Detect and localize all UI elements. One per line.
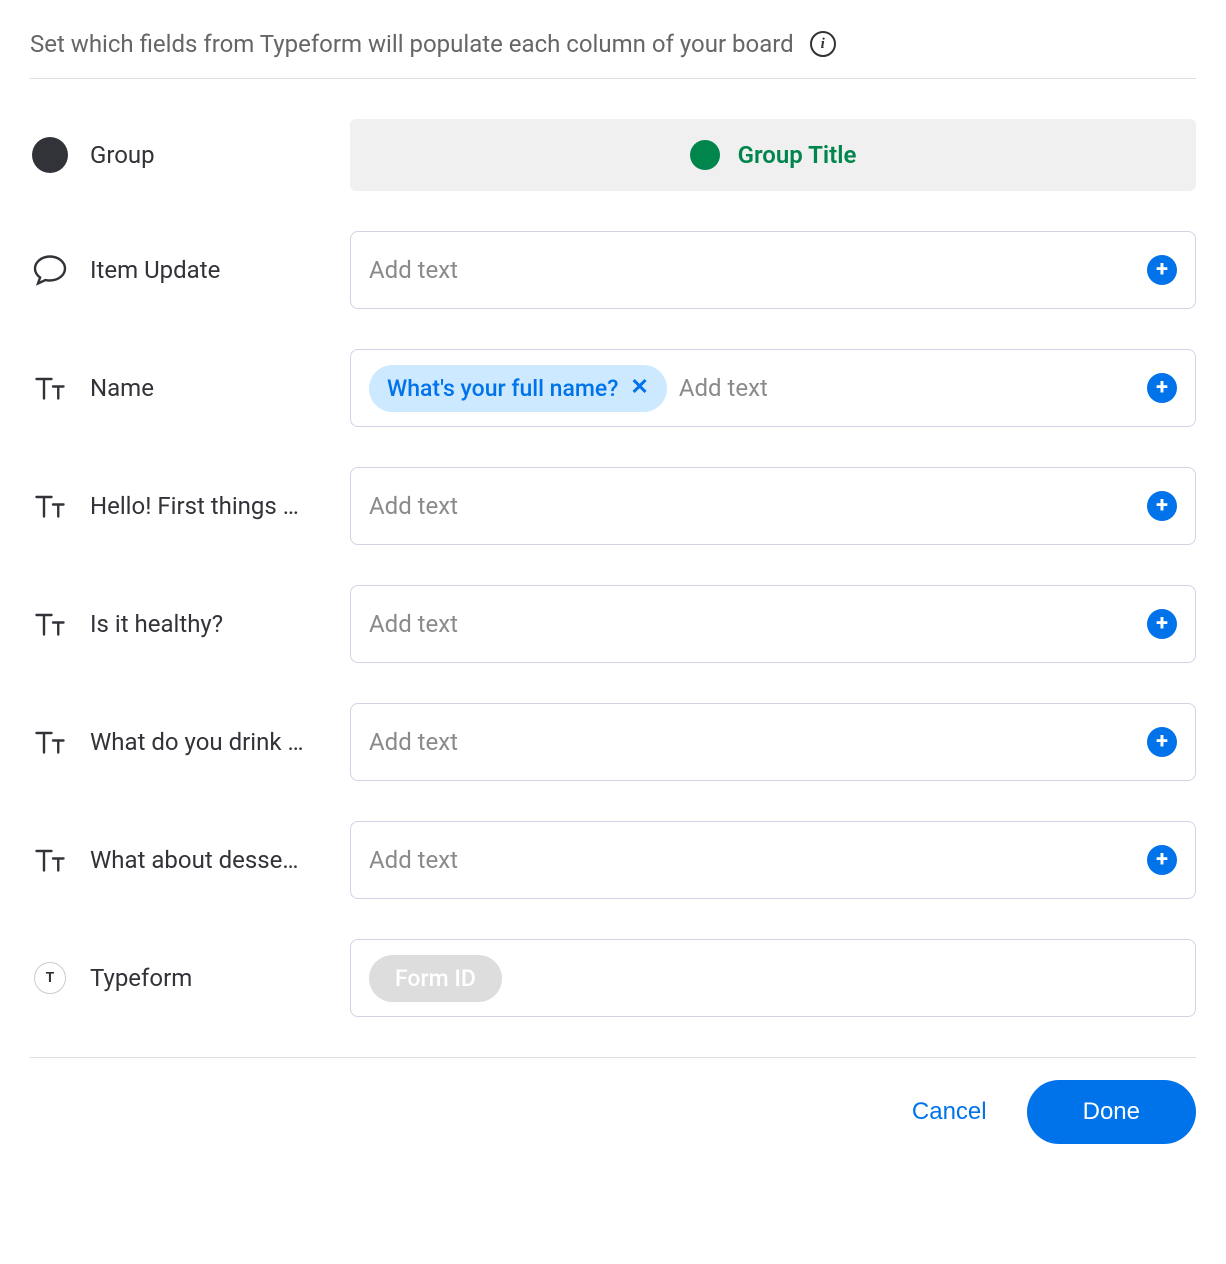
- speech-bubble-icon: [30, 250, 70, 290]
- row-label: Is it healthy?: [90, 610, 223, 638]
- row-label: Group: [90, 141, 155, 169]
- mapping-row: T Typeform Form ID: [30, 939, 1196, 1017]
- cancel-button[interactable]: Cancel: [912, 1098, 987, 1126]
- mapping-input[interactable]: Add text +: [350, 231, 1196, 309]
- typeform-icon: T: [34, 962, 66, 994]
- mapping-row: Name What's your full name? ✕ Add text +: [30, 349, 1196, 427]
- mapping-input[interactable]: Add text +: [350, 467, 1196, 545]
- text-column-icon: [32, 370, 68, 406]
- text-column-icon: [32, 606, 68, 642]
- text-column-icon: [32, 842, 68, 878]
- mapping-input[interactable]: Add text +: [350, 703, 1196, 781]
- mapping-row: What do you drink … Add text +: [30, 703, 1196, 781]
- row-label-wrap: T Typeform: [30, 958, 330, 998]
- group-title-label: Group Title: [738, 141, 857, 169]
- row-label: Item Update: [90, 256, 220, 284]
- group-title-locked-field: Group Title: [350, 119, 1196, 191]
- text-column-icon: [30, 368, 70, 408]
- placeholder-text: Add text: [369, 610, 1135, 638]
- row-label: Hello! First things …: [90, 492, 299, 520]
- text-column-icon: [30, 840, 70, 880]
- row-label-wrap: Group: [30, 135, 330, 175]
- text-column-icon: [30, 486, 70, 526]
- mapping-row: Is it healthy? Add text +: [30, 585, 1196, 663]
- text-column-icon: [32, 724, 68, 760]
- rows-container: GroupGroup TitleItem UpdateAdd text+Name…: [30, 119, 1196, 1017]
- footer: Cancel Done: [30, 1057, 1196, 1144]
- placeholder-text: Add text: [679, 374, 1135, 402]
- add-mapping-button[interactable]: +: [1147, 491, 1177, 521]
- placeholder-text: Add text: [369, 492, 1135, 520]
- placeholder-text: Add text: [369, 728, 1135, 756]
- mapping-row: Group Group Title: [30, 119, 1196, 191]
- mapping-input[interactable]: Add text +: [350, 585, 1196, 663]
- group-color-dot-icon: [690, 140, 720, 170]
- formid-chip: Form ID: [369, 955, 502, 1002]
- mapping-row: Hello! First things … Add text +: [30, 467, 1196, 545]
- header: Set which fields from Typeform will popu…: [30, 30, 1196, 79]
- row-label-wrap: What do you drink …: [30, 722, 330, 762]
- text-column-icon: [32, 488, 68, 524]
- mapping-row: What about desse… Add text +: [30, 821, 1196, 899]
- chip-text: What's your full name?: [387, 375, 618, 402]
- group-circle-icon: [32, 137, 68, 173]
- mapping-input[interactable]: What's your full name? ✕ Add text +: [350, 349, 1196, 427]
- row-label-wrap: Hello! First things …: [30, 486, 330, 526]
- speech-bubble-icon: [32, 252, 68, 288]
- row-label: Typeform: [90, 964, 192, 992]
- mapping-row: Item Update Add text +: [30, 231, 1196, 309]
- add-mapping-button[interactable]: +: [1147, 255, 1177, 285]
- row-label-wrap: Name: [30, 368, 330, 408]
- row-label: What about desse…: [90, 846, 298, 874]
- row-label-wrap: Item Update: [30, 250, 330, 290]
- add-mapping-button[interactable]: +: [1147, 373, 1177, 403]
- mapping-input[interactable]: Add text +: [350, 821, 1196, 899]
- placeholder-text: Add text: [369, 846, 1135, 874]
- done-button[interactable]: Done: [1027, 1080, 1196, 1144]
- remove-chip-button[interactable]: ✕: [630, 377, 648, 399]
- add-mapping-button[interactable]: +: [1147, 609, 1177, 639]
- row-label-wrap: What about desse…: [30, 840, 330, 880]
- info-icon[interactable]: i: [810, 31, 836, 57]
- text-column-icon: [30, 722, 70, 762]
- row-label: Name: [90, 374, 154, 402]
- typeform-icon: T: [30, 958, 70, 998]
- add-mapping-button[interactable]: +: [1147, 845, 1177, 875]
- text-column-icon: [30, 604, 70, 644]
- group-circle-icon: [30, 135, 70, 175]
- row-label: What do you drink …: [90, 728, 304, 756]
- row-label-wrap: Is it healthy?: [30, 604, 330, 644]
- add-mapping-button[interactable]: +: [1147, 727, 1177, 757]
- typeform-formid-field: Form ID: [350, 939, 1196, 1017]
- mapped-field-chip: What's your full name? ✕: [369, 365, 667, 412]
- header-text: Set which fields from Typeform will popu…: [30, 30, 794, 58]
- placeholder-text: Add text: [369, 256, 1135, 284]
